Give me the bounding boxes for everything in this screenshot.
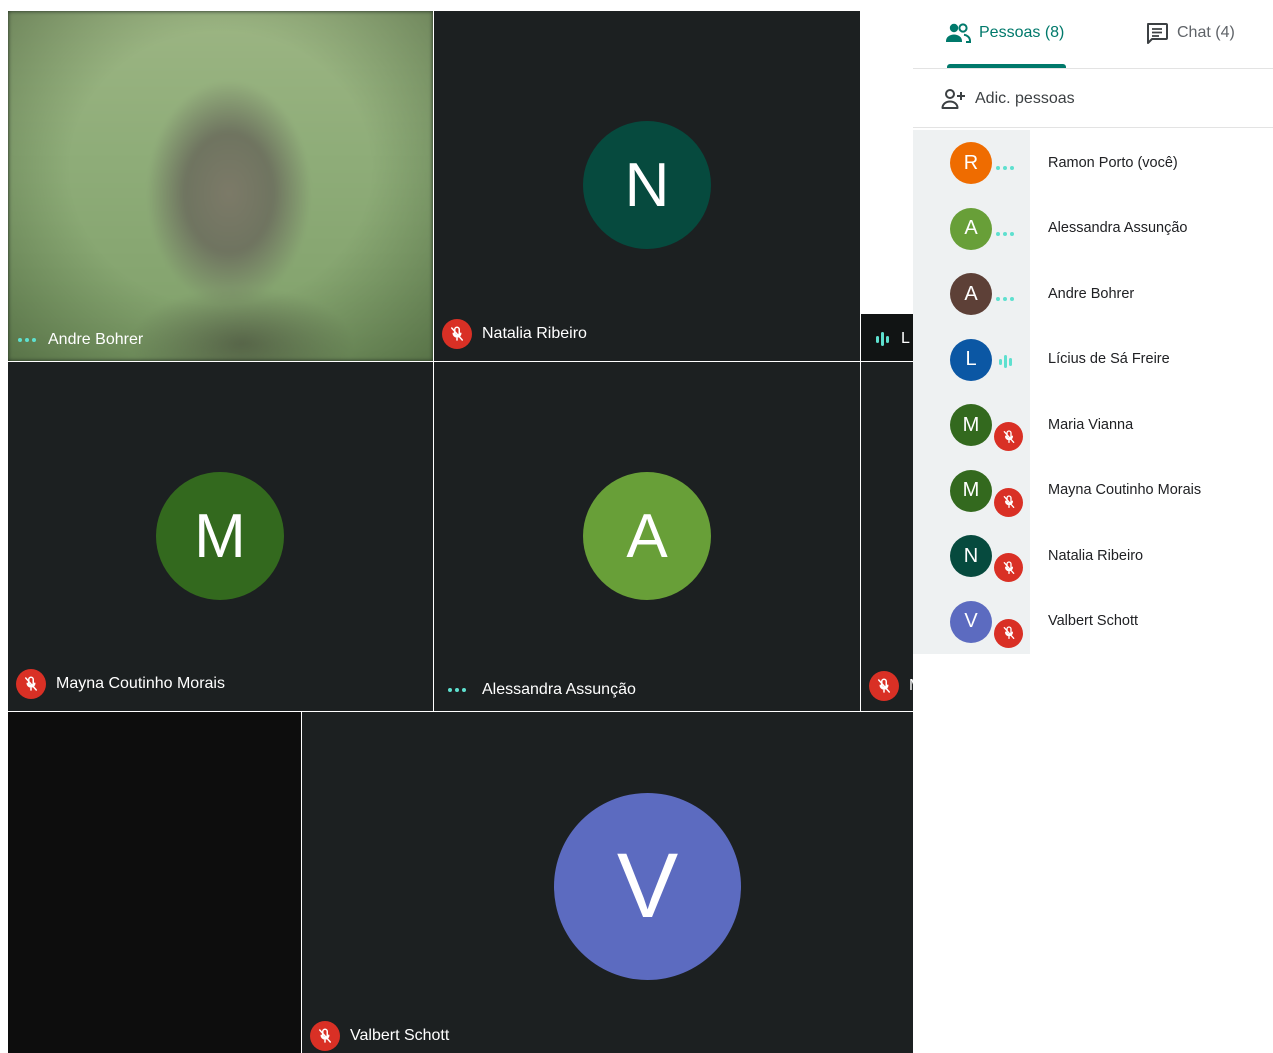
participant-name: Natalia Ribeiro — [482, 325, 587, 342]
video-tile-empty — [8, 712, 301, 1053]
participant-name: Mayna Coutinho Morais — [56, 675, 225, 692]
side-panel: Pessoas (8) Chat (4) Adic. pessoas R Ram… — [913, 0, 1273, 1053]
avatar: A — [950, 273, 992, 315]
list-item-participant[interactable]: V Valbert Schott — [913, 588, 1273, 654]
mic-off-icon — [16, 669, 46, 699]
participant-name: Maria Vianna — [1048, 416, 1134, 433]
tab-chat[interactable]: Chat (4) — [1145, 22, 1235, 44]
video-tile-licius[interactable]: L — [861, 314, 913, 361]
tile-label: Alessandra Assunção — [442, 681, 636, 699]
active-tab-indicator — [947, 64, 1066, 68]
tile-label: Andre Bohrer — [16, 331, 143, 349]
participant-name: Lícius de Sá Freire — [1048, 351, 1170, 368]
avatar: A — [950, 207, 992, 250]
list-item-participant[interactable]: L Lícius de Sá Freire — [913, 326, 1273, 392]
list-item-participant[interactable]: A Andre Bohrer — [913, 261, 1273, 327]
video-tile-andre-bohrer[interactable]: Andre Bohrer — [8, 11, 433, 361]
avatar: N — [950, 535, 992, 577]
mic-off-icon — [994, 618, 1023, 648]
people-list: R Ramon Porto (você) A Alessandra Assunç… — [913, 130, 1273, 654]
list-item-participant[interactable]: N Natalia Ribeiro — [913, 523, 1273, 589]
participant-avatar: M — [156, 472, 284, 600]
more-dots-icon — [442, 688, 472, 692]
avatar: L — [950, 338, 992, 381]
speaking-icon — [999, 355, 1012, 369]
participant-name: Alessandra Assunção — [1048, 220, 1188, 237]
tab-people[interactable]: Pessoas (8) — [945, 22, 1064, 44]
chat-icon — [1147, 23, 1168, 44]
add-people-button[interactable]: Adic. pessoas — [913, 70, 1273, 128]
participant-name: Mayna Coutinho Morais — [1048, 482, 1202, 499]
participant-avatar: V — [554, 793, 741, 980]
mic-off-icon — [994, 422, 1023, 451]
participant-name: Valbert Schott — [350, 1027, 450, 1044]
avatar: R — [950, 142, 992, 184]
avatar: V — [950, 600, 992, 643]
more-dots-icon — [994, 166, 1016, 170]
video-tile-alessandra-assuncao[interactable]: A Alessandra Assunção — [434, 362, 860, 711]
participant-name: Alessandra Assunção — [482, 681, 636, 698]
video-tile-natalia-ribeiro[interactable]: N Natalia Ribeiro — [434, 11, 860, 361]
participant-avatar: A — [583, 472, 711, 600]
tile-label: Valbert Schott — [310, 1021, 449, 1051]
participant-name: Valbert Schott — [1048, 613, 1139, 630]
mic-off-icon — [442, 319, 472, 349]
avatar: M — [950, 404, 992, 446]
tab-chat-label: Chat (4) — [1177, 24, 1235, 41]
tab-people-label: Pessoas (8) — [979, 24, 1065, 41]
tile-label: Natalia Ribeiro — [442, 319, 587, 349]
mic-off-icon — [994, 487, 1023, 517]
more-dots-icon — [16, 338, 38, 342]
video-tile-maria-vianna[interactable]: M — [861, 362, 913, 711]
list-item-participant[interactable]: M Mayna Coutinho Morais — [913, 457, 1273, 523]
list-item-participant[interactable]: R Ramon Porto (você) — [913, 130, 1273, 196]
participant-name: Andre Bohrer — [1048, 285, 1135, 302]
add-people-label: Adic. pessoas — [975, 89, 1075, 107]
participant-name: Andre Bohrer — [48, 331, 144, 348]
participant-name: Ramon Porto (você) — [1048, 154, 1178, 171]
person-add-icon — [941, 88, 965, 109]
panel-tabs: Pessoas (8) Chat (4) — [913, 0, 1273, 69]
participant-name: Natalia Ribeiro — [1048, 547, 1144, 564]
list-item-participant[interactable]: M Maria Vianna — [913, 392, 1273, 458]
video-grid: Andre Bohrer N Natalia Ribeiro L M Mayna… — [0, 0, 913, 1053]
tile-label: Mayna Coutinho Morais — [16, 669, 225, 699]
participant-name: L — [901, 330, 910, 347]
participant-avatar: N — [583, 121, 711, 249]
mic-off-icon — [869, 671, 899, 701]
more-dots-icon — [994, 231, 1016, 236]
speaking-icon — [876, 332, 889, 346]
people-icon — [946, 23, 971, 43]
mic-off-icon — [994, 553, 1023, 582]
more-dots-icon — [994, 297, 1016, 301]
avatar: M — [950, 469, 992, 512]
video-tile-mayna-coutinho-morais[interactable]: M Mayna Coutinho Morais — [8, 362, 433, 711]
mic-off-icon — [310, 1021, 340, 1051]
list-item-participant[interactable]: A Alessandra Assunção — [913, 195, 1273, 261]
video-tile-valbert-schott[interactable]: V Valbert Schott — [302, 712, 913, 1053]
